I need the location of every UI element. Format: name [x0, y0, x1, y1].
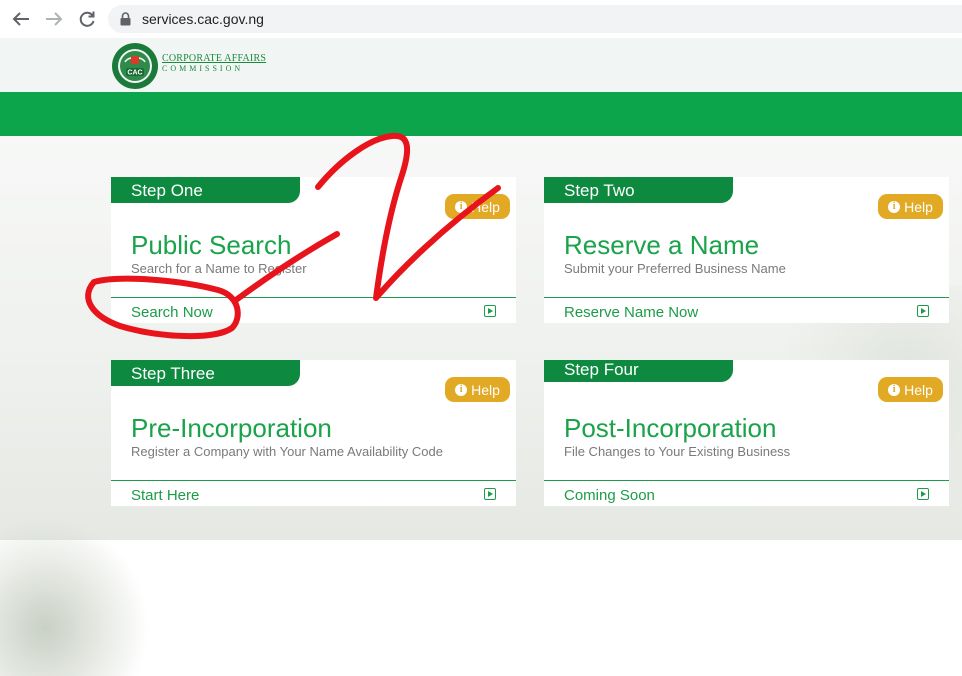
seal-text: CAC — [127, 70, 142, 77]
card-title: Reserve a Name — [564, 230, 760, 260]
forward-arrow-icon[interactable] — [44, 9, 64, 29]
divider — [111, 480, 516, 481]
info-icon: i — [888, 383, 901, 396]
logo-line1: CORPORATE AFFAIRS — [162, 53, 267, 64]
info-icon: i — [455, 200, 468, 213]
help-label: Help — [471, 381, 500, 398]
step-label: Step Three — [111, 360, 300, 386]
step-label: Step One — [111, 177, 300, 203]
step-three-card: Step Three i Help Pre-Incorporation Regi… — [111, 360, 516, 506]
site-header: CAC CORPORATE AFFAIRS COMMISSION — [0, 38, 962, 92]
play-icon[interactable] — [484, 305, 496, 317]
back-arrow-icon[interactable] — [11, 9, 31, 29]
card-title: Pre-Incorporation — [131, 413, 332, 443]
info-icon: i — [455, 383, 468, 396]
card-subtitle: File Changes to Your Existing Business — [564, 444, 791, 459]
help-label: Help — [904, 381, 933, 398]
play-icon[interactable] — [484, 488, 496, 500]
url-text: services.cac.gov.ng — [142, 11, 264, 27]
play-icon[interactable] — [917, 488, 929, 500]
cac-seal-logo[interactable]: CAC — [111, 42, 159, 95]
divider — [544, 480, 949, 481]
browser-toolbar: services.cac.gov.ng — [0, 0, 962, 39]
help-button[interactable]: i Help — [445, 377, 510, 402]
green-banner — [0, 92, 962, 136]
address-bar[interactable]: services.cac.gov.ng — [108, 5, 962, 33]
step-one-card: Step One i Help Public Search Search for… — [111, 177, 516, 323]
coming-soon-link[interactable]: Coming Soon — [564, 487, 655, 504]
logo-wordmark[interactable]: CORPORATE AFFAIRS COMMISSION — [162, 54, 266, 74]
help-button[interactable]: i Help — [445, 194, 510, 219]
card-title: Public Search — [131, 230, 292, 260]
help-label: Help — [471, 198, 500, 215]
card-subtitle: Register a Company with Your Name Availa… — [131, 444, 443, 459]
step-label: Step Two — [544, 177, 733, 203]
step-four-card: Step Four i Help Post-Incorporation File… — [544, 360, 949, 506]
background-shape — [0, 516, 150, 676]
step-two-card: Step Two i Help Reserve a Name Submit yo… — [544, 177, 949, 323]
help-button[interactable]: i Help — [878, 377, 943, 402]
help-button[interactable]: i Help — [878, 194, 943, 219]
info-icon: i — [888, 200, 901, 213]
reload-icon[interactable] — [77, 9, 97, 29]
card-subtitle: Submit your Preferred Business Name — [564, 261, 786, 276]
lock-icon — [120, 12, 131, 31]
step-label: Step Four — [544, 360, 733, 382]
card-subtitle: Search for a Name to Register — [131, 261, 307, 276]
search-now-link[interactable]: Search Now — [131, 304, 213, 321]
divider — [111, 297, 516, 298]
help-label: Help — [904, 198, 933, 215]
card-title: Post-Incorporation — [564, 413, 777, 443]
reserve-name-link[interactable]: Reserve Name Now — [564, 304, 698, 321]
play-icon[interactable] — [917, 305, 929, 317]
logo-line2: COMMISSION — [162, 64, 244, 73]
start-here-link[interactable]: Start Here — [131, 487, 199, 504]
divider — [544, 297, 949, 298]
